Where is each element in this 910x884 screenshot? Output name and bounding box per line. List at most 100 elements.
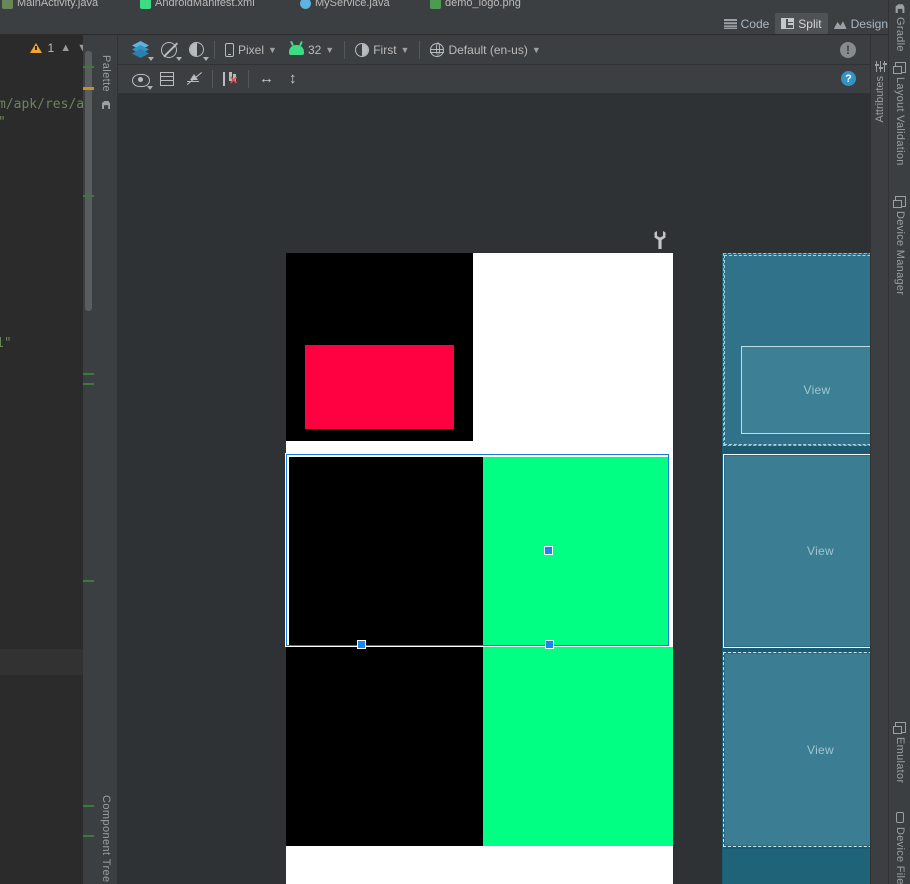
mode-code-label: Code: [740, 16, 770, 31]
chevron-down-icon: [203, 56, 209, 61]
layers-icon: [132, 41, 149, 58]
sidebar-item-attributes[interactable]: Attributes: [871, 61, 889, 122]
globe-icon: [429, 42, 445, 57]
editor-tab[interactable]: AndroidManifest.xml: [140, 0, 255, 12]
locale-selector[interactable]: Default (en-us) ▼: [424, 38, 546, 62]
design-surface[interactable]: View View View + − 1:1: [118, 94, 870, 884]
code-view-icon: [723, 18, 737, 30]
editor-tab[interactable]: MyService.java: [300, 0, 390, 12]
warning-triangle-icon: [29, 43, 42, 53]
sidebar-item-palette[interactable]: Palette: [94, 55, 118, 110]
clear-constraints-icon: ✕: [223, 72, 238, 87]
blueprint-child-bottom-left[interactable]: View: [725, 654, 870, 845]
api-level-selector[interactable]: 32 ▼: [283, 38, 340, 62]
blueprint-view-label: View: [803, 383, 831, 397]
mode-split-label: Split: [798, 16, 822, 31]
blueprint-view-label: View: [807, 742, 834, 757]
android-studio-layout-editor: MainActivity.java AndroidManifest.xml My…: [0, 0, 910, 884]
scrollbar-thumb[interactable]: [85, 51, 92, 311]
blueprint-preview[interactable]: View View View: [722, 253, 870, 884]
layout-validation-tab[interactable]: Layout Validation: [889, 62, 910, 166]
blueprint-view-label: View: [807, 544, 834, 558]
palette-label: Palette: [100, 55, 112, 93]
half-circle-icon: [189, 42, 204, 57]
grid-icon: [160, 72, 174, 86]
help-badge[interactable]: ?: [841, 71, 856, 86]
render-issues-badge[interactable]: !: [840, 42, 856, 58]
device-file-label: Device File: [894, 827, 906, 884]
locale-selector-label: Default (en-us): [448, 42, 528, 57]
phone-icon: [225, 42, 234, 57]
window-icon: [892, 62, 906, 74]
chevron-down-icon: ▼: [531, 44, 541, 55]
green-panel-mid[interactable]: [483, 457, 669, 651]
mode-split-button[interactable]: Split: [775, 13, 828, 34]
no-constraints-button[interactable]: [155, 38, 183, 62]
chevron-down-icon: [176, 56, 182, 61]
emulator-tab[interactable]: Emulator: [889, 722, 910, 783]
mode-design-label: Design: [850, 16, 888, 31]
code-line: ": [0, 115, 6, 130]
mode-code-button[interactable]: Code: [718, 13, 776, 34]
circle-slash-icon: [161, 41, 177, 58]
theme-selector[interactable]: First ▼: [349, 38, 415, 62]
api-level-label: 32: [307, 42, 322, 57]
gradle-tab[interactable]: Gradle: [889, 2, 910, 52]
resize-handle-bottom-right[interactable]: [545, 640, 554, 649]
black-panel-bottom[interactable]: [286, 647, 483, 846]
toolbar-separator: [214, 40, 215, 59]
gutter-marker: [83, 373, 94, 375]
pack-horizontal-button[interactable]: ↔: [253, 67, 283, 91]
red-panel[interactable]: [305, 345, 454, 429]
inspection-widget[interactable]: 1 ▲ ▼: [0, 35, 94, 61]
render-preview[interactable]: [286, 253, 673, 884]
android-icon: [288, 44, 304, 55]
device-file-tab[interactable]: Device File: [889, 812, 910, 884]
device-selector[interactable]: Pixel ▼: [219, 38, 283, 62]
view-mode-button[interactable]: [126, 38, 155, 62]
eye-icon: [132, 73, 150, 87]
editor-tab-strip: MainActivity.java AndroidManifest.xml My…: [0, 0, 910, 12]
margins-button[interactable]: [154, 67, 180, 91]
code-editor-pane[interactable]: 1 ▲ ▼ m/apk/res/an " 1": [0, 35, 94, 884]
editor-scrollbar[interactable]: [83, 35, 94, 884]
design-toolbar-secondary: ✕ ↔ ↕ ?: [118, 65, 870, 94]
resize-handle-right[interactable]: [544, 546, 553, 555]
manifest-file-icon: [140, 0, 151, 9]
far-right-tool-window-strip: Gradle Layout Validation Device Manager …: [888, 0, 910, 884]
java-class-icon: [300, 0, 311, 9]
toolbar-separator: [248, 70, 249, 88]
device-manager-tab[interactable]: Device Manager: [889, 196, 910, 295]
guideline-off-icon: [186, 72, 202, 86]
theme-button[interactable]: [183, 38, 210, 62]
clear-constraints-button[interactable]: ✕: [217, 67, 244, 91]
mode-design-button[interactable]: Design: [828, 13, 894, 34]
blueprint-view-top[interactable]: View: [741, 346, 870, 434]
editor-tab[interactable]: MainActivity.java: [2, 0, 98, 12]
contrast-circle-icon: [355, 42, 370, 57]
green-panel-bottom[interactable]: [483, 647, 673, 846]
chevron-up-icon[interactable]: ▲: [60, 42, 71, 54]
toolbar-separator: [212, 70, 213, 88]
editor-tab[interactable]: demo_logo.png: [430, 0, 521, 12]
wrench-icon[interactable]: [653, 231, 667, 249]
show-constraints-button[interactable]: [126, 67, 154, 91]
gradle-label: Gradle: [894, 17, 906, 52]
pack-vertical-button[interactable]: ↕: [283, 67, 307, 91]
elephant-icon: [895, 4, 905, 13]
resize-handle-bottom-left[interactable]: [357, 640, 366, 649]
sidebar-item-component-tree[interactable]: Component Tree: [94, 795, 118, 883]
layout-validation-label: Layout Validation: [894, 77, 906, 166]
editor-tab-label: AndroidManifest.xml: [155, 0, 255, 9]
component-tree-label: Component Tree: [100, 795, 112, 883]
blueprint-child-middle-left[interactable]: View: [725, 456, 870, 646]
device-selector-label: Pixel: [238, 42, 265, 57]
image-file-icon: [430, 0, 441, 9]
black-panel-mid[interactable]: [289, 457, 483, 651]
toolbar-separator: [419, 40, 421, 59]
autoconnect-off-button[interactable]: [180, 67, 208, 91]
window-icon: [892, 722, 906, 734]
phone-icon: [896, 812, 904, 823]
code-selection-band: [0, 649, 94, 675]
gutter-marker: [83, 835, 94, 837]
